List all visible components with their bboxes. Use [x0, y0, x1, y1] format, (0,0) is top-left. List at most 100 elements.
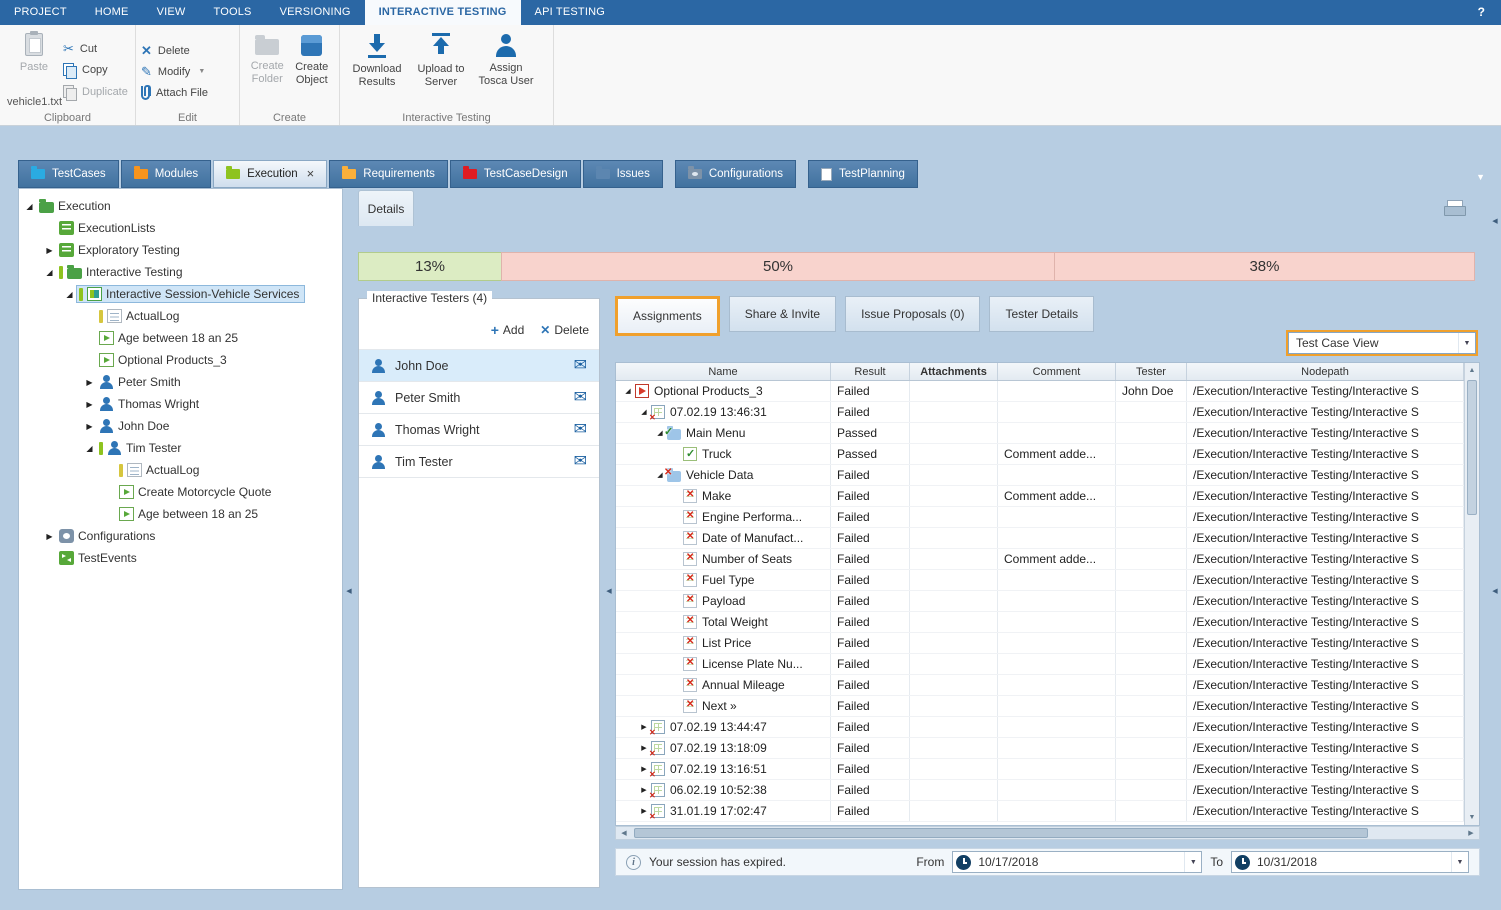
copy-button[interactable]: Copy — [63, 63, 128, 77]
collapse-icon[interactable]: ◢ — [83, 444, 96, 453]
chevron-down-icon[interactable]: ▼ — [1184, 852, 1201, 872]
tab-testcases[interactable]: TestCases — [18, 160, 119, 188]
expand-icon[interactable]: ▶ — [83, 378, 96, 387]
collapse-icon[interactable]: ◢ — [23, 202, 36, 211]
column-header-result[interactable]: Result — [831, 363, 910, 380]
column-header-attachments[interactable]: Attachments — [910, 363, 998, 380]
expand-icon[interactable]: ▶ — [43, 532, 56, 541]
attach-file-button[interactable]: Attach File — [141, 86, 234, 100]
close-tab-icon[interactable]: × — [307, 169, 315, 179]
tree-item-executionlists[interactable]: ExecutionLists — [19, 217, 342, 239]
tester-row-john-doe[interactable]: John Doe✉ — [359, 350, 599, 382]
tab-requirements[interactable]: Requirements — [329, 160, 448, 188]
table-row-07-02-19-13-18-09[interactable]: ▶07.02.19 13:18:09Failed/Execution/Inter… — [616, 738, 1464, 759]
collapse-icon[interactable]: ◢ — [622, 387, 634, 395]
column-header-tester[interactable]: Tester — [1116, 363, 1187, 380]
table-row-07-02-19-13-46-31[interactable]: ◢07.02.19 13:46:31Failed/Execution/Inter… — [616, 402, 1464, 423]
table-vertical-scrollbar[interactable]: ▲ ▼ — [1464, 363, 1479, 825]
menu-api-testing[interactable]: API TESTING — [521, 0, 619, 25]
tab-issues[interactable]: Issues — [583, 160, 663, 188]
duplicate-button[interactable]: Duplicate — [63, 85, 128, 99]
collapse-icon[interactable]: ◢ — [43, 268, 56, 277]
column-header-name[interactable]: Name — [616, 363, 831, 380]
table-row-make[interactable]: MakeFailedComment adde.../Execution/Inte… — [616, 486, 1464, 507]
horizontal-scroll-thumb[interactable] — [634, 828, 1368, 838]
print-icon[interactable] — [1444, 200, 1464, 216]
mail-icon[interactable]: ✉ — [574, 422, 587, 438]
download-results-button[interactable]: Download Results — [345, 28, 409, 104]
tab-execution[interactable]: Execution× — [213, 160, 327, 188]
tab-assignments[interactable]: Assignments — [615, 296, 720, 336]
vertical-scroll-thumb[interactable] — [1467, 380, 1477, 515]
paste-button[interactable]: Paste — [5, 28, 63, 104]
table-row-truck[interactable]: TruckPassedComment adde.../Execution/Int… — [616, 444, 1464, 465]
tab-details[interactable]: Details — [358, 190, 414, 226]
scroll-up-icon[interactable]: ▲ — [1465, 363, 1479, 378]
tab-overflow-chevron-icon[interactable]: ▼ — [1470, 172, 1491, 188]
table-row-main-menu[interactable]: ◢Main MenuPassed/Execution/Interactive T… — [616, 423, 1464, 444]
mail-icon[interactable]: ✉ — [574, 358, 587, 374]
tree-item-exploratory-testing[interactable]: ▶Exploratory Testing — [19, 239, 342, 261]
cut-button[interactable]: ✂ Cut — [63, 42, 128, 55]
modify-button[interactable]: ✎ Modify ▼ — [141, 65, 234, 78]
table-row-optional-products-3[interactable]: ◢Optional Products_3FailedJohn Doe/Execu… — [616, 381, 1464, 402]
tree-item-interactive-testing[interactable]: ◢Interactive Testing — [19, 261, 342, 283]
delete-tester-button[interactable]: ✕ Delete — [540, 323, 589, 337]
tab-configurations[interactable]: Configurations — [675, 160, 796, 188]
table-row-07-02-19-13-16-51[interactable]: ▶07.02.19 13:16:51Failed/Execution/Inter… — [616, 759, 1464, 780]
scroll-right-icon[interactable]: ▶ — [1463, 827, 1479, 839]
tester-row-thomas-wright[interactable]: Thomas Wright✉ — [359, 414, 599, 446]
tree-item-configurations[interactable]: ▶Configurations — [19, 525, 342, 547]
help-icon[interactable]: ? — [1462, 0, 1501, 25]
tree-item-john-doe[interactable]: ▶John Doe — [19, 415, 342, 437]
tester-row-tim-tester[interactable]: Tim Tester✉ — [359, 446, 599, 478]
tab-testcasedesign[interactable]: TestCaseDesign — [450, 160, 581, 188]
to-date-picker[interactable]: 10/31/2018 ▼ — [1231, 851, 1469, 873]
tree-item-actuallog[interactable]: ActualLog — [19, 459, 342, 481]
tree-item-thomas-wright[interactable]: ▶Thomas Wright — [19, 393, 342, 415]
menu-view[interactable]: VIEW — [143, 0, 200, 25]
table-row-payload[interactable]: PayloadFailed/Execution/Interactive Test… — [616, 591, 1464, 612]
test-case-view-select[interactable]: Test Case View ▼ — [1288, 332, 1476, 354]
menu-home[interactable]: HOME — [81, 0, 143, 25]
menu-tools[interactable]: TOOLS — [199, 0, 265, 25]
table-horizontal-scrollbar[interactable]: ◀ ▶ — [615, 826, 1480, 840]
menu-versioning[interactable]: VERSIONING — [266, 0, 365, 25]
tree-item-age-between-18-an-25[interactable]: Age between 18 an 25 — [19, 327, 342, 349]
table-row-next[interactable]: Next »Failed/Execution/Interactive Testi… — [616, 696, 1464, 717]
scroll-down-icon[interactable]: ▼ — [1465, 810, 1479, 825]
table-row-number-of-seats[interactable]: Number of SeatsFailedComment adde.../Exe… — [616, 549, 1464, 570]
table-row-total-weight[interactable]: Total WeightFailed/Execution/Interactive… — [616, 612, 1464, 633]
tree-splitter-handle[interactable]: ◀ — [344, 570, 354, 612]
table-row-fuel-type[interactable]: Fuel TypeFailed/Execution/Interactive Te… — [616, 570, 1464, 591]
table-row-license-plate-nu[interactable]: License Plate Nu...Failed/Execution/Inte… — [616, 654, 1464, 675]
create-object-button[interactable]: Create Object — [290, 28, 335, 104]
table-row-07-02-19-13-44-47[interactable]: ▶07.02.19 13:44:47Failed/Execution/Inter… — [616, 717, 1464, 738]
table-row-vehicle-data[interactable]: ◢Vehicle DataFailed/Execution/Interactiv… — [616, 465, 1464, 486]
chevron-down-icon[interactable]: ▼ — [1451, 852, 1468, 872]
scroll-left-icon[interactable]: ◀ — [616, 827, 632, 839]
expand-icon[interactable]: ▶ — [43, 246, 56, 255]
tab-testplanning[interactable]: TestPlanning — [808, 160, 918, 188]
table-row-31-01-19-17-02-47[interactable]: ▶31.01.19 17:02:47Failed/Execution/Inter… — [616, 801, 1464, 822]
from-date-picker[interactable]: 10/17/2018 ▼ — [952, 851, 1202, 873]
upload-to-server-button[interactable]: Upload to Server — [409, 28, 473, 104]
tab-issue-proposals-0[interactable]: Issue Proposals (0) — [845, 296, 980, 332]
table-row-list-price[interactable]: List PriceFailed/Execution/Interactive T… — [616, 633, 1464, 654]
delete-button[interactable]: ✕ Delete — [141, 44, 234, 57]
modify-dropdown-icon[interactable]: ▼ — [198, 68, 205, 75]
tree-item-execution[interactable]: ◢Execution — [19, 195, 342, 217]
add-tester-button[interactable]: + Add — [491, 323, 525, 337]
table-row-engine-performa[interactable]: Engine Performa...Failed/Execution/Inter… — [616, 507, 1464, 528]
tree-item-interactive-session-vehicle-services[interactable]: ◢Interactive Session-Vehicle Services — [19, 283, 342, 305]
testers-splitter-handle[interactable]: ◀ — [604, 570, 614, 612]
tree-item-age-between-18-an-25[interactable]: Age between 18 an 25 — [19, 503, 342, 525]
tester-row-peter-smith[interactable]: Peter Smith✉ — [359, 382, 599, 414]
column-header-nodepath[interactable]: Nodepath — [1187, 363, 1464, 380]
tab-tester-details[interactable]: Tester Details — [989, 296, 1094, 332]
tree-item-optional-products-3[interactable]: Optional Products_3 — [19, 349, 342, 371]
menu-project[interactable]: PROJECT — [0, 0, 81, 25]
expand-icon[interactable]: ▶ — [83, 400, 96, 409]
expand-icon[interactable]: ▶ — [83, 422, 96, 431]
table-row-annual-mileage[interactable]: Annual MileageFailed/Execution/Interacti… — [616, 675, 1464, 696]
